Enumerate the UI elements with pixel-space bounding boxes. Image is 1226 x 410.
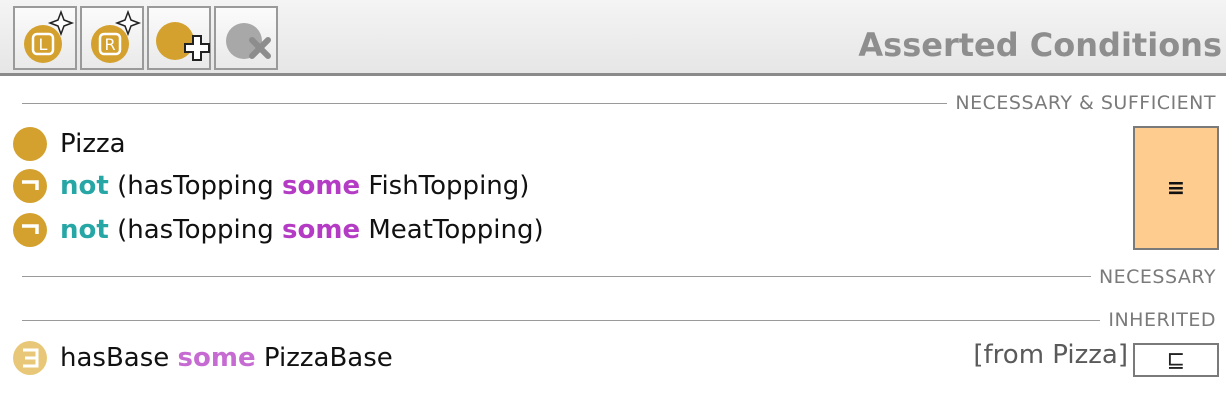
keyword-not: not (60, 171, 109, 201)
condition-part: hasBase (60, 343, 178, 373)
delete-condition-button[interactable] (214, 6, 278, 70)
named-class-icon (13, 127, 47, 161)
condition-text: Pizza (60, 129, 126, 159)
section-label-inherited: INHERITED (1100, 309, 1216, 331)
keyword-some: some (177, 343, 256, 373)
class-l-icon: L (24, 9, 75, 63)
keyword-not: not (60, 215, 109, 245)
condition-part: FishTopping) (360, 171, 530, 201)
condition-text: hasBase some PizzaBase (60, 343, 393, 373)
add-class-icon (156, 22, 210, 61)
equivalent-class-box[interactable]: ≡ (1133, 126, 1219, 250)
condition-part: MeatTopping) (360, 215, 544, 245)
keyword-some: some (282, 171, 361, 201)
section-divider (22, 320, 1192, 321)
condition-row[interactable]: not (hasTopping some FishTopping) (12, 166, 529, 206)
condition-text: not (hasTopping some FishTopping) (60, 171, 529, 201)
subclass-box[interactable]: ⊑ (1133, 343, 1219, 377)
keyword-some: some (282, 215, 361, 245)
section-divider (22, 276, 1192, 277)
section-label-necessary-sufficient: NECESSARY & SUFFICIENT (947, 92, 1216, 114)
condition-part: PizzaBase (255, 343, 393, 373)
negation-icon (13, 213, 47, 247)
delete-class-icon (226, 23, 271, 59)
section-label-necessary: NECESSARY (1090, 266, 1216, 288)
condition-row[interactable]: Pizza (12, 124, 126, 164)
svg-text:R: R (104, 35, 115, 54)
class-r-icon: R (91, 9, 142, 63)
conditions-toolbar: L R Asserted Conditions (0, 0, 1226, 76)
create-restriction-button[interactable]: R (80, 6, 144, 70)
panel-title: Asserted Conditions (858, 26, 1222, 64)
negation-icon (13, 169, 47, 203)
add-named-class-button[interactable] (147, 6, 211, 70)
create-necessary-sufficient-button[interactable]: L (13, 6, 77, 70)
inherited-from-label: [from Pizza] (973, 340, 1128, 370)
exists-icon (13, 341, 47, 375)
condition-part: (hasTopping (108, 171, 283, 201)
condition-part: (hasTopping (108, 215, 283, 245)
svg-text:L: L (39, 35, 48, 54)
section-divider (22, 103, 1022, 104)
condition-row[interactable]: not (hasTopping some MeatTopping) (12, 210, 544, 250)
condition-text: not (hasTopping some MeatTopping) (60, 215, 544, 245)
inherited-condition-row[interactable]: hasBase some PizzaBase (12, 338, 393, 378)
